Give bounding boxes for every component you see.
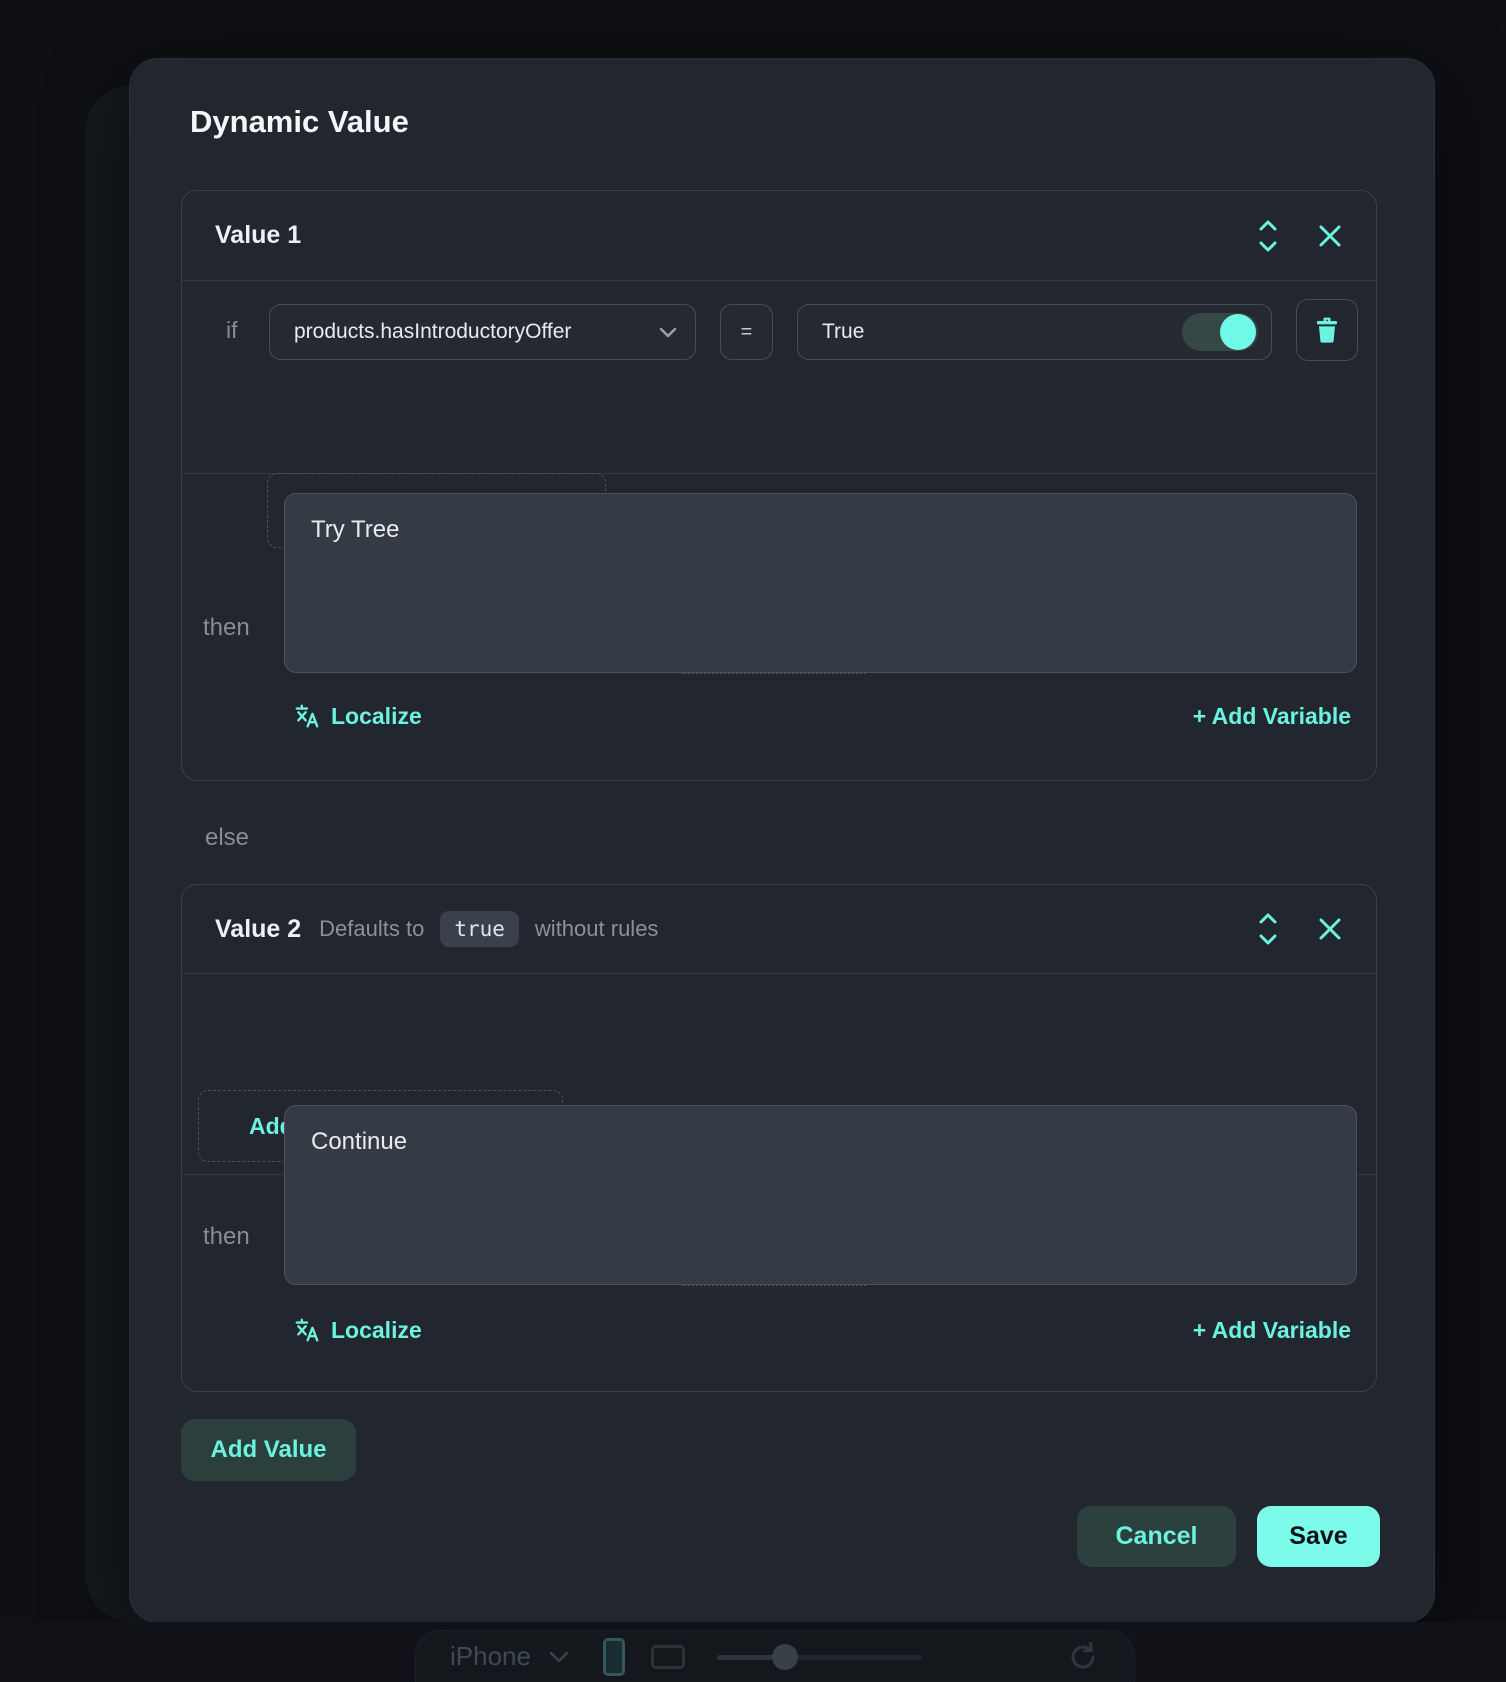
- then-label: then: [203, 614, 250, 642]
- operator-value: =: [741, 321, 753, 344]
- value-2-title: Value 2: [215, 915, 301, 944]
- toggle-knob: [1220, 314, 1256, 350]
- zoom-slider[interactable]: [717, 1644, 922, 1670]
- resize-handle[interactable]: [681, 1284, 866, 1286]
- then-value-wrap: Try Tree: [284, 493, 1357, 673]
- localize-label: Localize: [331, 703, 422, 730]
- defaults-suffix: without rules: [535, 916, 659, 942]
- value-1-panel: Value 1 if pro: [181, 190, 1377, 781]
- localize-label: Localize: [331, 1317, 422, 1344]
- close-icon[interactable]: [1317, 916, 1343, 942]
- condition-value-text: True: [822, 320, 864, 344]
- value-1-title: Value 1: [215, 221, 301, 250]
- refresh-icon[interactable]: [1066, 1640, 1100, 1674]
- value-2-panel: Value 2 Defaults to true without rules: [181, 884, 1377, 1392]
- page-title: Dynamic Value: [190, 104, 409, 140]
- defaults-note: Defaults to true without rules: [319, 911, 658, 947]
- chevron-down-icon: [659, 327, 677, 338]
- resize-handle[interactable]: [681, 672, 866, 674]
- localize-button[interactable]: Localize: [294, 1317, 422, 1344]
- then-value-wrap: Continue: [284, 1105, 1357, 1285]
- defaults-code-pill: true: [440, 911, 519, 947]
- screen: Dynamic Value Value 1: [0, 0, 1506, 1682]
- chevron-down-icon: [549, 1651, 569, 1663]
- localize-button[interactable]: Localize: [294, 703, 422, 730]
- add-variable-button[interactable]: + Add Variable: [1193, 703, 1351, 730]
- value-1-meta-row: Localize + Add Variable: [182, 691, 1376, 741]
- value-2-meta-row: Localize + Add Variable: [182, 1305, 1376, 1355]
- defaults-prefix: Defaults to: [319, 916, 424, 942]
- add-variable-button[interactable]: + Add Variable: [1193, 1317, 1351, 1344]
- device-toolbar: iPhone: [415, 1630, 1135, 1682]
- then-label: then: [203, 1223, 250, 1251]
- else-label: else: [205, 824, 249, 852]
- translate-icon: [294, 703, 320, 729]
- delete-rule-button[interactable]: [1296, 299, 1358, 361]
- boolean-toggle[interactable]: [1182, 313, 1258, 351]
- operator-box[interactable]: =: [720, 304, 773, 360]
- dynamic-value-modal: Dynamic Value Value 1: [130, 59, 1434, 1622]
- bottom-bar: iPhone: [0, 1622, 1506, 1682]
- value-1-header: Value 1: [182, 191, 1376, 281]
- value-2-header: Value 2 Defaults to true without rules: [182, 885, 1376, 974]
- trash-icon: [1314, 316, 1340, 344]
- condition-field-value: products.hasIntroductoryOffer: [294, 320, 571, 344]
- cancel-button[interactable]: Cancel: [1077, 1506, 1236, 1567]
- reorder-icon[interactable]: [1257, 218, 1279, 254]
- device-select[interactable]: iPhone: [450, 1641, 531, 1672]
- close-icon[interactable]: [1317, 223, 1343, 249]
- condition-value-field: True: [797, 304, 1272, 360]
- translate-icon: [294, 1317, 320, 1343]
- condition-field-dropdown[interactable]: products.hasIntroductoryOffer: [269, 304, 696, 360]
- reorder-icon[interactable]: [1257, 911, 1279, 947]
- phone-landscape-icon[interactable]: [651, 1645, 685, 1669]
- phone-portrait-icon[interactable]: [603, 1638, 625, 1676]
- add-value-button[interactable]: Add Value: [181, 1419, 356, 1481]
- then-value-input[interactable]: Try Tree: [284, 493, 1357, 673]
- value-1-rules: if products.hasIntroductoryOffer = True: [182, 281, 1376, 474]
- save-button[interactable]: Save: [1257, 1506, 1380, 1567]
- then-value-input[interactable]: Continue: [284, 1105, 1357, 1285]
- if-label: if: [226, 317, 238, 344]
- slider-thumb[interactable]: [772, 1644, 798, 1670]
